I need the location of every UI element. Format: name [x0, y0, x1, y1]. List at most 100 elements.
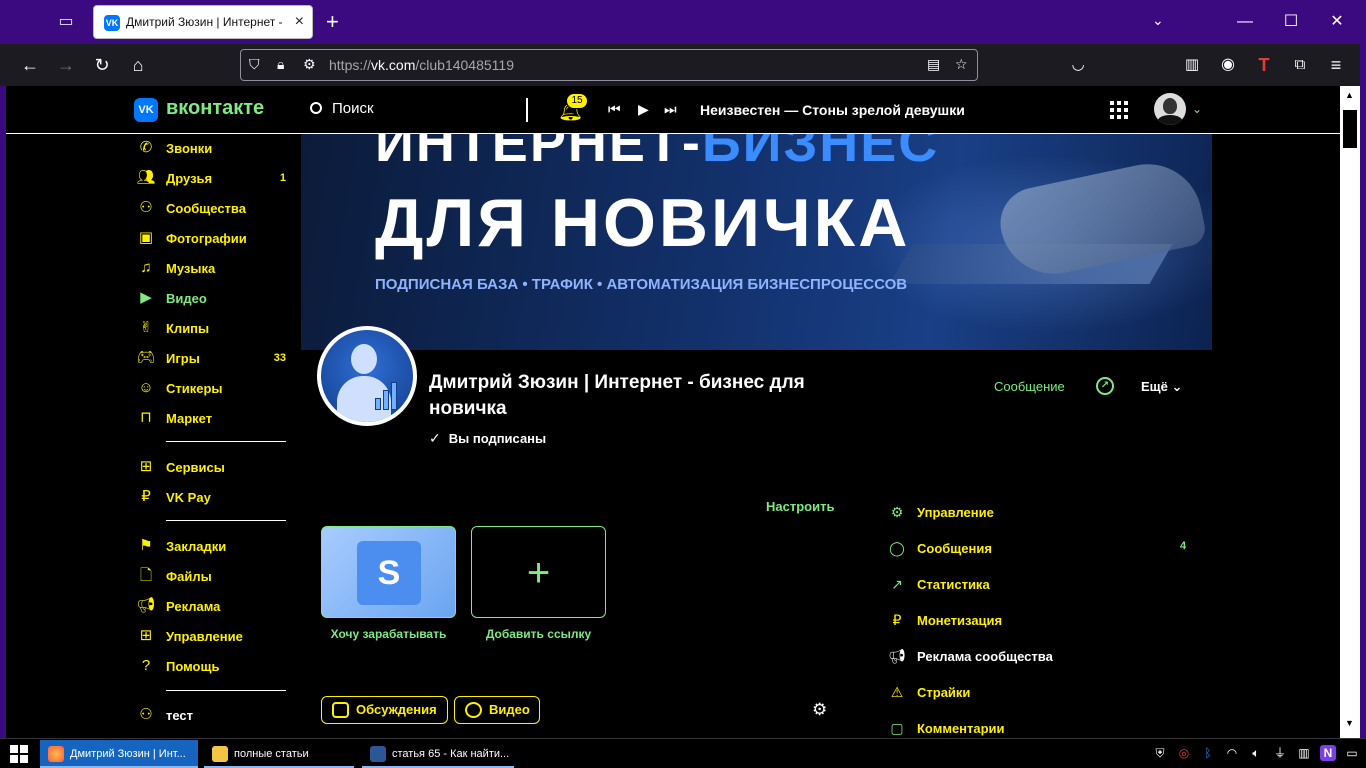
menu-item-manage[interactable]: ⚙ Управление [888, 503, 1188, 525]
sidebar-item-label: Помощь [166, 659, 220, 674]
add-link-card[interactable]: + [471, 526, 606, 618]
usb-icon[interactable]: ⏚ [1272, 745, 1288, 761]
url-text[interactable]: https://vk.com/club140485119 [329, 57, 514, 73]
close-window-button[interactable]: ✕ [1314, 0, 1360, 44]
url-bar[interactable]: ⛉ 🔒︎ ⚙ https://vk.com/club140485119 ▤ ☆ [240, 49, 978, 81]
bluetooth-icon[interactable]: ᛒ [1200, 745, 1216, 761]
tab-video[interactable]: Видео [454, 696, 540, 724]
menu-item-comments[interactable]: ▢ Комментарии [888, 719, 1188, 738]
volume-icon[interactable]: 🔈︎ [1248, 745, 1264, 761]
friends-icon: 👥︎ [136, 169, 156, 186]
tab-list-icon[interactable]: ▭ [52, 10, 80, 34]
browser-tab[interactable]: VK Дмитрий Зюзин | Интернет - б × [93, 5, 313, 39]
scroll-thumb[interactable] [1343, 110, 1357, 148]
sidebar-item-ads[interactable]: 📢︎ Реклама [136, 595, 286, 619]
sidebar-item-communities[interactable]: ⚇ Сообщества [136, 197, 286, 221]
sidebar-item-clips[interactable]: ✌ Клипы [136, 317, 286, 341]
menu-icon[interactable]: ≡ [1324, 53, 1348, 77]
menu-item-messages[interactable]: ◯ Сообщения 4 [888, 539, 1188, 561]
menu-item-monetization[interactable]: ₽ Монетизация [888, 611, 1188, 633]
menu-item-strikes[interactable]: ⚠ Страйки [888, 683, 1188, 705]
sidebar-item-music[interactable]: ♫ Музыка [136, 257, 286, 281]
previous-track-icon[interactable]: ⏮ [608, 101, 621, 118]
sidebar-item-calls[interactable]: ✆ Звонки [136, 137, 286, 161]
account-icon[interactable]: ◉ [1216, 53, 1240, 77]
page-scrollbar[interactable]: ▲ ▼ [1340, 86, 1360, 738]
sidebar-item-files[interactable]: 🗋︎ Файлы [136, 565, 286, 589]
tray-app-icon[interactable]: ▥ [1296, 745, 1312, 761]
start-icon[interactable] [10, 745, 28, 763]
tray-security-icon[interactable]: ⛨ [1152, 745, 1168, 761]
setup-links-button[interactable]: Настроить [766, 499, 834, 514]
cover-line-2: ДЛЯ НОВИЧКА [375, 185, 911, 261]
next-track-icon[interactable]: ⏭ [664, 101, 677, 118]
discussion-icon [332, 702, 349, 718]
sidebar-item-test[interactable]: ⚇ тест [136, 704, 286, 728]
user-avatar[interactable] [1154, 93, 1186, 125]
sidebar-item-photos[interactable]: ▣ Фотографии [136, 227, 286, 251]
scroll-down-icon[interactable]: ▼ [1345, 718, 1354, 728]
pocket-icon[interactable]: ◡ [1066, 53, 1090, 77]
sidebar-item-market[interactable]: ⊓ Маркет [136, 407, 286, 431]
extension-t-icon[interactable]: T [1252, 53, 1276, 77]
vk-logo-text[interactable]: вконтакте [166, 97, 264, 120]
link-caption[interactable]: Добавить ссылку [471, 627, 606, 641]
taskbar-app-firefox[interactable]: Дмитрий Зюзин | Инт... [40, 740, 198, 768]
ads-icon: 📢︎ [136, 597, 156, 614]
link-card-earn[interactable]: S [321, 526, 456, 618]
share-icon[interactable]: ↗ [1096, 377, 1114, 395]
settings-gear-icon[interactable]: ⚙ [812, 700, 827, 720]
minimize-button[interactable]: — [1222, 0, 1268, 44]
message-button[interactable]: Сообщение [994, 379, 1065, 394]
close-tab-icon[interactable]: × [295, 13, 304, 31]
sidebar-item-bookmarks[interactable]: ⚑ Закладки [136, 535, 286, 559]
back-icon[interactable]: ← [18, 53, 42, 77]
sidebar-item-label: Маркет [166, 411, 213, 426]
subscribed-status[interactable]: ✓ Вы подписаны [429, 430, 546, 447]
profile-chevron-icon[interactable]: ⌄ [1192, 102, 1202, 116]
tray-opera-icon[interactable]: ◎ [1176, 745, 1192, 761]
apps-grid-icon[interactable] [1110, 101, 1128, 119]
lock-icon[interactable]: 🔒︎ [277, 56, 284, 73]
group-avatar[interactable] [317, 326, 417, 426]
more-button[interactable]: Ещё ⌄ [1141, 379, 1182, 395]
scroll-up-icon[interactable]: ▲ [1345, 90, 1354, 100]
home-icon[interactable]: ⌂ [126, 53, 150, 77]
chevron-down-icon[interactable]: ⌄ [1152, 12, 1164, 29]
sidebar-item-help[interactable]: ? Помощь [136, 655, 286, 679]
sidebar-item-stickers[interactable]: ☺ Стикеры [136, 377, 286, 401]
menu-item-community-ads[interactable]: 📢︎ Реклама сообщества [888, 647, 1188, 669]
bookmark-star-icon[interactable]: ☆ [955, 56, 968, 73]
menu-item-stats[interactable]: ↗ Статистика [888, 575, 1188, 597]
search-input[interactable]: Поиск [310, 100, 374, 117]
sidebar-icon[interactable]: ▥ [1180, 53, 1204, 77]
taskbar-app-folder[interactable]: полные статьи [204, 740, 354, 768]
extensions-icon[interactable]: ⧉ [1288, 53, 1312, 77]
tab-discussions[interactable]: Обсуждения [321, 696, 448, 724]
sidebar-item-vkpay[interactable]: ₽ VK Pay [136, 486, 286, 510]
sidebar-item-manage[interactable]: ⊞ Управление [136, 625, 286, 649]
sidebar-item-video[interactable]: ▶ Видео [136, 287, 286, 311]
shield-icon[interactable]: ⛉ [249, 56, 260, 73]
link-caption[interactable]: Хочу зарабатывать [321, 627, 456, 641]
forward-icon[interactable]: → [54, 53, 78, 77]
sidebar-item-label: Реклама [166, 599, 221, 614]
notifications-center-icon[interactable]: ▭ [1344, 745, 1360, 761]
vk-logo-icon[interactable]: VK [134, 98, 158, 122]
reload-icon[interactable]: ↻ [90, 53, 114, 77]
taskbar-app-word[interactable]: статья 65 - Как найти... [362, 740, 514, 768]
clips-icon: ✌ [139, 319, 153, 336]
sidebar-item-services[interactable]: ⊞ Сервисы [136, 456, 286, 480]
services-icon: ⊞ [139, 458, 153, 475]
wifi-icon[interactable]: ◠ [1224, 745, 1240, 761]
sidebar-item-friends[interactable]: 👥︎ Друзья 1 [136, 167, 286, 191]
reader-view-icon[interactable]: ▤ [927, 56, 940, 73]
maximize-button[interactable]: ☐ [1268, 0, 1314, 44]
word-icon [370, 746, 386, 762]
sidebar-item-games[interactable]: 🎮︎ Игры 33 [136, 347, 286, 371]
tray-n-icon[interactable]: N [1320, 745, 1336, 761]
now-playing[interactable]: Неизвестен — Стоны зрелой девушки [700, 102, 965, 118]
new-tab-button[interactable]: + [326, 10, 339, 34]
play-icon[interactable]: ▶ [638, 101, 649, 118]
permissions-icon[interactable]: ⚙ [303, 56, 316, 73]
